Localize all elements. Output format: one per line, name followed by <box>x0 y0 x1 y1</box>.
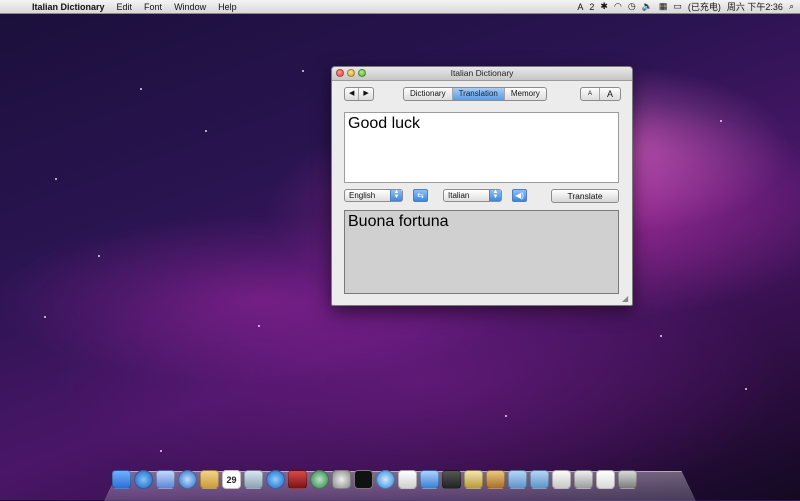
timemachine-icon[interactable] <box>310 470 329 489</box>
battery-icon[interactable]: ▭ <box>673 1 682 12</box>
mail-icon[interactable] <box>156 470 175 489</box>
finder-icon[interactable] <box>112 470 131 489</box>
bluetooth-icon[interactable]: ✱ <box>600 1 608 12</box>
window-titlebar[interactable]: Italian Dictionary <box>332 67 632 81</box>
trash-icon[interactable] <box>618 470 637 489</box>
documents-icon[interactable] <box>552 470 571 489</box>
resize-grip-icon[interactable]: ◢ <box>622 295 630 303</box>
folder-icon[interactable] <box>508 470 527 489</box>
star <box>302 70 304 72</box>
notes-icon[interactable] <box>200 470 219 489</box>
source-text-input[interactable]: Good luck <box>344 112 619 183</box>
target-language-value: Italian <box>448 191 470 200</box>
tab-memory[interactable]: Memory <box>505 88 546 100</box>
star <box>55 178 57 180</box>
speaker-icon[interactable]: ◀) <box>512 189 527 202</box>
menu-app-name[interactable]: Italian Dictionary <box>26 2 111 12</box>
safari-icon[interactable] <box>376 470 395 489</box>
photos-icon[interactable] <box>244 470 263 489</box>
tab-dictionary[interactable]: Dictionary <box>404 88 453 100</box>
disk-icon[interactable] <box>442 470 461 489</box>
translate-button[interactable]: Translate <box>551 189 619 203</box>
input-indicator[interactable]: 2 <box>589 2 594 12</box>
dictionary-icon[interactable] <box>288 470 307 489</box>
flag-icon[interactable]: ▦ <box>659 1 668 12</box>
font-smaller-button[interactable]: A <box>581 88 601 100</box>
facetime-icon[interactable] <box>178 470 197 489</box>
drive-icon[interactable] <box>574 470 593 489</box>
font-size-segment: A A <box>580 87 622 101</box>
star <box>258 325 260 327</box>
minimize-button[interactable] <box>347 69 355 77</box>
menu-font[interactable]: Font <box>138 2 168 12</box>
translation-output: Buona fortuna <box>344 210 619 294</box>
stacks-icon[interactable] <box>486 470 505 489</box>
star <box>44 316 46 318</box>
volume-icon[interactable]: 🔈 <box>642 1 653 12</box>
dock: 29 <box>112 470 637 494</box>
preview-icon[interactable] <box>420 470 439 489</box>
tab-translation[interactable]: Translation <box>452 88 505 100</box>
folder-icon[interactable] <box>530 470 549 489</box>
star <box>205 130 207 132</box>
forward-icon[interactable]: ▶ <box>359 88 372 100</box>
menu-bar: Italian Dictionary Edit Font Window Help… <box>0 0 800 14</box>
font-larger-button[interactable]: A <box>600 88 620 100</box>
window-title: Italian Dictionary <box>450 68 514 78</box>
calendar-icon[interactable]: 29 <box>222 470 241 489</box>
source-language-select[interactable]: English ▲ ▼ <box>344 189 403 202</box>
textedit-icon[interactable] <box>398 470 417 489</box>
itunes-icon[interactable] <box>266 470 285 489</box>
mail2-icon[interactable] <box>596 470 615 489</box>
star <box>745 388 747 390</box>
battery-status[interactable]: (已充电) <box>688 0 721 13</box>
star <box>720 120 722 122</box>
star <box>98 255 100 257</box>
select-arrows-icon: ▲ ▼ <box>489 189 501 201</box>
dictionary-window: Italian Dictionary ◀ ▶ Dictionary Transl… <box>331 66 633 306</box>
star <box>140 88 142 90</box>
preferences-icon[interactable] <box>332 470 351 489</box>
select-arrows-icon: ▲ ▼ <box>390 189 402 201</box>
star <box>160 450 162 452</box>
source-language-value: English <box>349 191 376 200</box>
zoom-button[interactable] <box>358 69 366 77</box>
terminal-icon[interactable] <box>354 470 373 489</box>
status-area: A 2 ✱ ◠ ◷ 🔈 ▦ ▭ (已充电) 周六 下午2:36 ⌕ <box>577 0 800 13</box>
swap-languages-icon[interactable]: ⇆ <box>413 189 428 202</box>
star <box>660 335 662 337</box>
clock[interactable]: 周六 下午2:36 <box>727 0 783 13</box>
timemachine-icon[interactable]: ◷ <box>628 1 636 12</box>
menu-window[interactable]: Window <box>168 2 212 12</box>
nav-segment: ◀ ▶ <box>344 87 374 101</box>
star <box>505 415 507 417</box>
menu-edit[interactable]: Edit <box>111 2 139 12</box>
mode-tabs: Dictionary Translation Memory <box>403 87 547 101</box>
close-button[interactable] <box>336 69 344 77</box>
appstore-icon[interactable] <box>134 470 153 489</box>
back-icon[interactable]: ◀ <box>345 88 360 100</box>
scripts-icon[interactable] <box>464 470 483 489</box>
target-language-select[interactable]: Italian ▲ ▼ <box>443 189 502 202</box>
input-source-icon[interactable]: A <box>577 2 583 12</box>
spotlight-icon[interactable]: ⌕ <box>789 1 794 12</box>
menu-help[interactable]: Help <box>212 2 243 12</box>
wifi-icon[interactable]: ◠ <box>614 1 622 12</box>
